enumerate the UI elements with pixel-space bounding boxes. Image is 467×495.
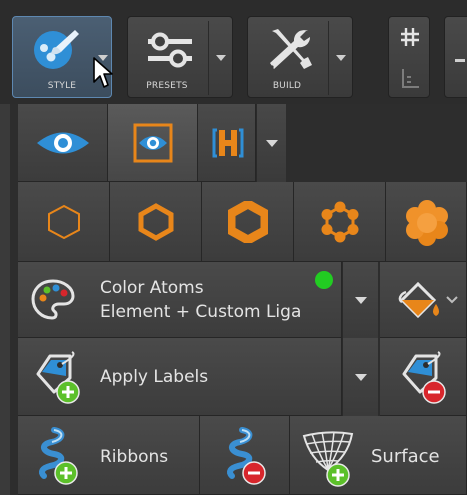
hydrogen-h-icon xyxy=(208,124,248,162)
more-tools-button[interactable] xyxy=(444,16,467,98)
ball-stick-ring-icon xyxy=(319,201,361,243)
add-label-tag-icon xyxy=(32,350,86,406)
add-surface-button[interactable]: Surface xyxy=(290,416,467,495)
build-label: BUILD xyxy=(272,81,302,91)
add-ribbons-button[interactable]: Ribbons xyxy=(18,416,200,495)
cpk-spheres-icon xyxy=(404,200,450,246)
style-icon xyxy=(31,26,83,74)
remove-ribbons-button[interactable] xyxy=(200,416,290,495)
stick-hexagon-icon xyxy=(138,203,174,241)
bucket-chevron-icon xyxy=(446,296,458,304)
thick-hexagon-icon xyxy=(228,201,268,243)
presets-sliders-icon xyxy=(144,29,196,71)
mouse-cursor-icon xyxy=(92,56,114,90)
apply-labels-dropdown[interactable] xyxy=(342,338,378,416)
status-green-dot xyxy=(315,271,333,289)
eye-icon xyxy=(35,126,91,160)
stick-representation-button[interactable] xyxy=(110,182,202,262)
presets-button[interactable]: PRESETS xyxy=(127,16,233,98)
palette-icon xyxy=(30,278,76,322)
build-tools-icon xyxy=(264,25,316,73)
build-button[interactable]: BUILD xyxy=(247,16,353,98)
presets-label: PRESETS xyxy=(146,81,188,91)
visibility-toggle-button[interactable] xyxy=(18,104,108,182)
hash-icon xyxy=(398,25,422,49)
paint-bucket-icon xyxy=(394,278,442,324)
style-panel: Color Atoms Element + Custom Liga Apply … xyxy=(10,104,467,495)
focus-eye-icon xyxy=(133,123,173,163)
wire-hexagon-icon xyxy=(47,204,81,240)
axis-icon xyxy=(399,67,421,91)
add-ribbon-icon xyxy=(32,426,82,488)
hydrogens-dropdown[interactable] xyxy=(256,104,286,182)
remove-labels-button[interactable] xyxy=(380,338,467,416)
presets-dropdown-arrow[interactable] xyxy=(213,50,229,66)
left-frame-strip xyxy=(0,104,10,495)
cpk-representation-button[interactable] xyxy=(386,182,467,262)
build-dropdown-arrow[interactable] xyxy=(333,50,349,66)
color-atoms-title: Color Atoms xyxy=(100,278,204,298)
thick-stick-representation-button[interactable] xyxy=(202,182,294,262)
apply-labels-text: Apply Labels xyxy=(100,367,209,387)
ribbons-text: Ribbons xyxy=(100,447,169,467)
remove-ribbon-icon xyxy=(220,426,270,488)
main-toolbar: STYLE PRESETS BUILD xyxy=(0,0,467,104)
color-atoms-subtitle: Element + Custom Liga xyxy=(100,302,302,322)
apply-labels-button[interactable]: Apply Labels xyxy=(18,338,342,416)
ball-stick-representation-button[interactable] xyxy=(294,182,386,262)
hydrogens-button[interactable] xyxy=(198,104,256,182)
surface-text: Surface xyxy=(371,446,440,467)
color-bucket-button[interactable] xyxy=(380,262,467,338)
add-surface-mesh-icon xyxy=(298,426,360,488)
numbering-button[interactable] xyxy=(388,16,430,98)
color-atoms-dropdown[interactable] xyxy=(342,262,378,338)
remove-label-tag-icon xyxy=(398,350,452,406)
wire-representation-button[interactable] xyxy=(18,182,110,262)
color-atoms-button[interactable]: Color Atoms Element + Custom Liga xyxy=(18,262,342,338)
focus-view-button[interactable] xyxy=(108,104,198,182)
